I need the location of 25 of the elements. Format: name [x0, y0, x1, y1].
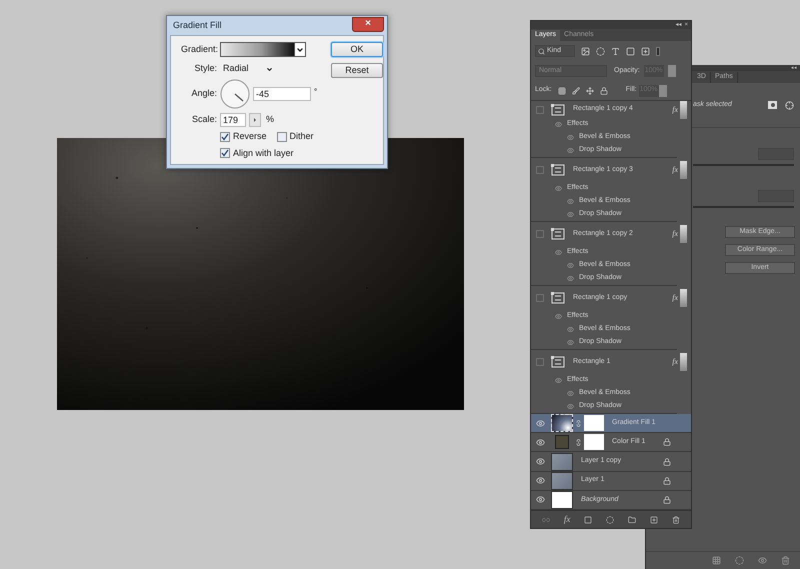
field-label: Scale: [190, 113, 217, 126]
checkbox[interactable]: Reverse [220, 130, 267, 144]
dialog-button[interactable]: Reset [331, 63, 383, 78]
field-label: Angle: [190, 87, 217, 100]
angle-field[interactable]: -45 [253, 87, 311, 101]
field-label: Gradient: [181, 42, 217, 56]
unit-label: % [266, 113, 274, 126]
unit-label: ° [314, 86, 318, 98]
fx-icon: fx [672, 356, 678, 368]
fx-icon: fx [672, 104, 678, 116]
fx-button[interactable]: fx [564, 512, 570, 526]
checkbox-label: Align with layer [233, 146, 294, 160]
dialog-button[interactable]: OK [331, 42, 383, 57]
fx-icon: fx [672, 292, 678, 304]
checkbox-label: Reverse [233, 130, 267, 143]
fx-icon: fx [672, 228, 678, 240]
window-title: Gradient Fill [173, 18, 222, 32]
checkbox[interactable]: Dither [276, 130, 314, 144]
checkbox-label: Dither [290, 130, 314, 143]
close-button[interactable]: × [352, 16, 384, 32]
field-label: Style: [193, 62, 217, 76]
fx-icon: fx [672, 164, 678, 176]
style-dropdown[interactable]: Radial [220, 62, 276, 76]
checkbox[interactable]: Align with layer [220, 146, 294, 160]
scale-field[interactable]: 179 [220, 113, 246, 127]
